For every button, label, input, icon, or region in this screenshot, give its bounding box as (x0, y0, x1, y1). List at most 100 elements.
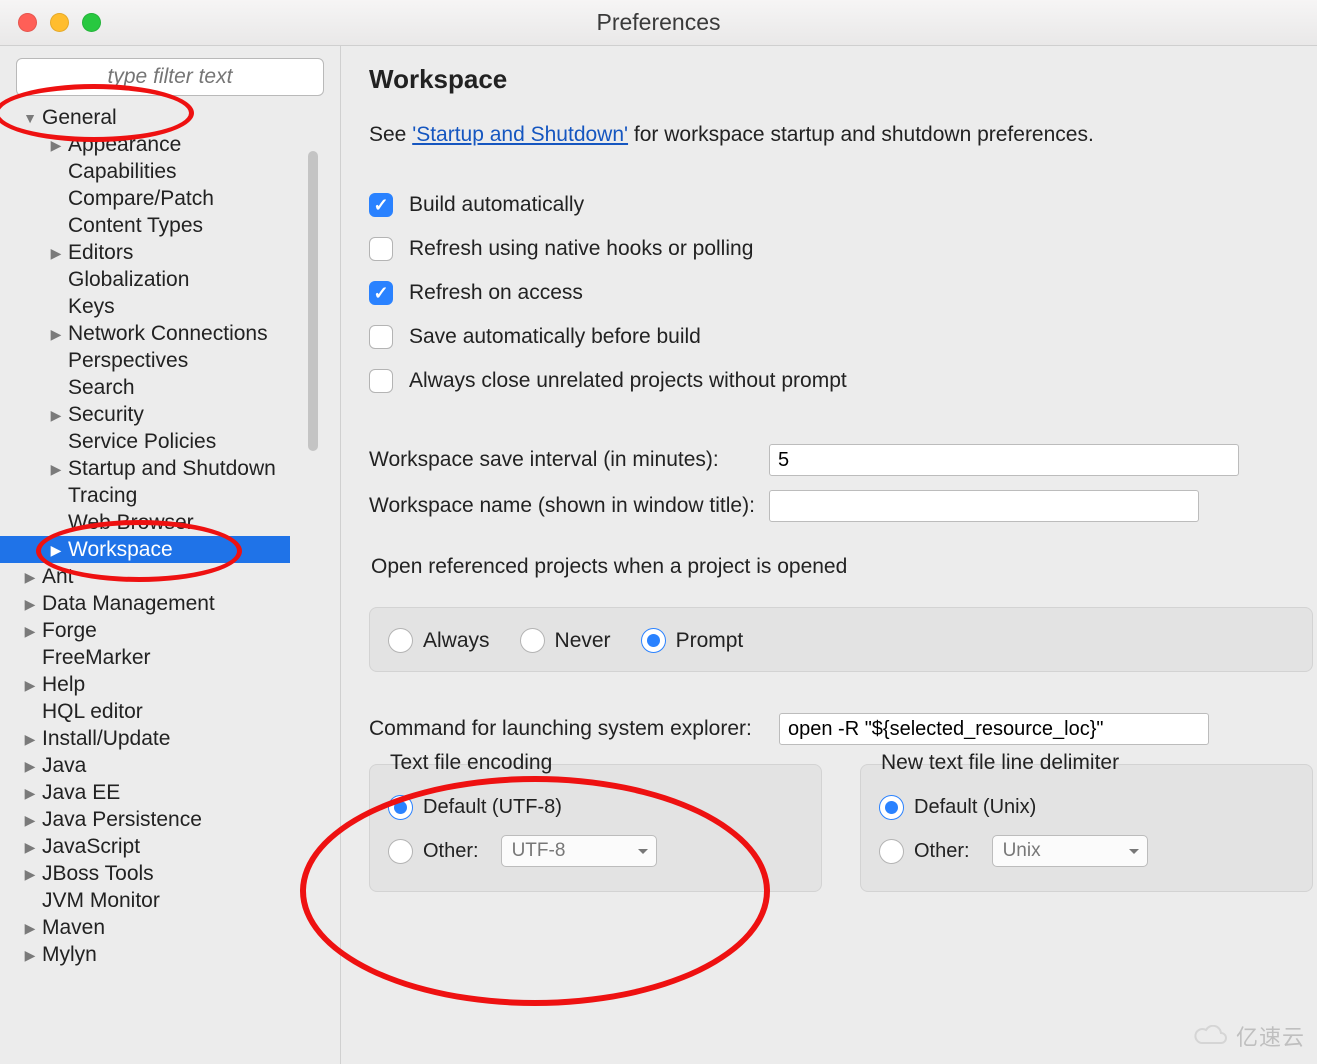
filter-input[interactable] (16, 58, 324, 96)
chevron-right-icon: ▶ (20, 840, 40, 854)
chevron-right-icon: ▶ (46, 462, 66, 476)
tree-item-label: HQL editor (40, 701, 143, 722)
sidebar: ▼General▶Appearance▶Capabilities▶Compare… (0, 46, 340, 1064)
radio-icon (641, 628, 666, 653)
delimiter-other-select[interactable]: Unix (992, 835, 1148, 867)
delimiter-group: New text file line delimiter Default (Un… (860, 764, 1313, 892)
watermark-text: 亿速云 (1236, 1020, 1305, 1052)
tree-item[interactable]: ▶Forge (0, 617, 340, 644)
tree-item[interactable]: ▶HQL editor (0, 698, 340, 725)
delimiter-other-option[interactable]: Other: Unix (879, 829, 1294, 873)
cmd-input[interactable] (779, 713, 1209, 745)
tree-item-label: Workspace (66, 539, 173, 560)
checkbox-icon (369, 325, 393, 349)
checkbox-row[interactable]: Build automatically (369, 183, 1317, 227)
interval-label: Workspace save interval (in minutes): (369, 448, 769, 472)
tree-item[interactable]: ▶Content Types (0, 212, 340, 239)
sidebar-scrollbar[interactable] (308, 151, 318, 451)
tree-item[interactable]: ▶Workspace (0, 536, 290, 563)
tree-item-label: Capabilities (66, 161, 177, 182)
checkbox-row[interactable]: Refresh using native hooks or polling (369, 227, 1317, 271)
wsname-label: Workspace name (shown in window title): (369, 494, 769, 518)
tree-item-label: Content Types (66, 215, 203, 236)
tree-item[interactable]: ▶Globalization (0, 266, 340, 293)
tree-item[interactable]: ▶Help (0, 671, 340, 698)
tree-item[interactable]: ▶Perspectives (0, 347, 340, 374)
tree-item-label: Network Connections (66, 323, 268, 344)
tree-item-label: JVM Monitor (40, 890, 160, 911)
checkbox-list: Build automatically Refresh using native … (369, 183, 1317, 403)
checkbox-label: Build automatically (409, 193, 584, 217)
delimiter-default-option[interactable]: Default (Unix) (879, 785, 1294, 829)
tree-item[interactable]: ▶Security (0, 401, 340, 428)
tree-item[interactable]: ▶Keys (0, 293, 340, 320)
tree-item-label: Java EE (40, 782, 120, 803)
tree-item[interactable]: ▶JavaScript (0, 833, 340, 860)
tree-item[interactable]: ▶Java (0, 752, 340, 779)
chevron-right-icon: ▶ (46, 246, 66, 260)
tree-item-label: Appearance (66, 134, 181, 155)
cmd-label: Command for launching system explorer: (369, 717, 779, 741)
radio-icon (388, 628, 413, 653)
tree-item[interactable]: ▶Search (0, 374, 340, 401)
encoding-other-select[interactable]: UTF-8 (501, 835, 657, 867)
delimiter-default-label: Default (Unix) (914, 796, 1036, 819)
chevron-down-icon: ▼ (20, 111, 40, 125)
preferences-tree[interactable]: ▼General▶Appearance▶Capabilities▶Compare… (0, 104, 340, 968)
open-ref-option-label: Prompt (676, 629, 744, 653)
tree-item[interactable]: ▶Data Management (0, 590, 340, 617)
open-ref-option[interactable]: Always (388, 628, 490, 653)
tree-item[interactable]: ▶FreeMarker (0, 644, 340, 671)
open-ref-title: Open referenced projects when a project … (371, 555, 1317, 579)
chevron-right-icon: ▶ (20, 597, 40, 611)
tree-item[interactable]: ▶Tracing (0, 482, 340, 509)
tree-item[interactable]: ▶Mylyn (0, 941, 340, 968)
startup-shutdown-link[interactable]: 'Startup and Shutdown' (412, 123, 628, 146)
encoding-group: Text file encoding Default (UTF-8) Other… (369, 764, 822, 892)
checkbox-icon (369, 369, 393, 393)
tree-item[interactable]: ▶Web Browser (0, 509, 340, 536)
checkbox-label: Save automatically before build (409, 325, 701, 349)
chevron-right-icon: ▶ (46, 408, 66, 422)
tree-item-label: Install/Update (40, 728, 170, 749)
chevron-right-icon: ▶ (20, 678, 40, 692)
tree-item[interactable]: ▶Editors (0, 239, 340, 266)
tree-item-label: Search (66, 377, 135, 398)
interval-input[interactable] (769, 444, 1239, 476)
checkbox-label: Refresh using native hooks or polling (409, 237, 753, 261)
checkbox-row[interactable]: Save automatically before build (369, 315, 1317, 359)
open-ref-option[interactable]: Never (520, 628, 611, 653)
open-ref-option-label: Always (423, 629, 490, 653)
tree-item[interactable]: ▶Install/Update (0, 725, 340, 752)
tree-item-label: Help (40, 674, 85, 695)
tree-item[interactable]: ▶Compare/Patch (0, 185, 340, 212)
open-ref-option[interactable]: Prompt (641, 628, 744, 653)
encoding-default-option[interactable]: Default (UTF-8) (388, 785, 803, 829)
checkbox-icon (369, 237, 393, 261)
tree-item[interactable]: ▶Java Persistence (0, 806, 340, 833)
checkbox-label: Refresh on access (409, 281, 583, 305)
tree-item[interactable]: ▶JBoss Tools (0, 860, 340, 887)
tree-item-label: JBoss Tools (40, 863, 154, 884)
encoding-other-label: Other: (423, 840, 479, 863)
tree-item[interactable]: ▶Appearance (0, 131, 340, 158)
tree-item-label: Java Persistence (40, 809, 202, 830)
tree-item[interactable]: ▶Java EE (0, 779, 340, 806)
encoding-other-option[interactable]: Other: UTF-8 (388, 829, 803, 873)
wsname-input[interactable] (769, 490, 1199, 522)
tree-item[interactable]: ▼General (0, 104, 340, 131)
tree-item[interactable]: ▶Maven (0, 914, 340, 941)
tree-item[interactable]: ▶Startup and Shutdown (0, 455, 340, 482)
encoding-title: Text file encoding (390, 751, 803, 775)
checkbox-row[interactable]: Refresh on access (369, 271, 1317, 315)
tree-item[interactable]: ▶Service Policies (0, 428, 340, 455)
tree-item[interactable]: ▶Network Connections (0, 320, 340, 347)
chevron-right-icon: ▶ (20, 624, 40, 638)
tree-item[interactable]: ▶Ant (0, 563, 340, 590)
tree-item[interactable]: ▶Capabilities (0, 158, 340, 185)
checkbox-row[interactable]: Always close unrelated projects without … (369, 359, 1317, 403)
tree-item[interactable]: ▶JVM Monitor (0, 887, 340, 914)
main-panel: Workspace See 'Startup and Shutdown' for… (340, 46, 1317, 1064)
interval-row: Workspace save interval (in minutes): (369, 437, 1317, 483)
tree-item-label: Perspectives (66, 350, 188, 371)
